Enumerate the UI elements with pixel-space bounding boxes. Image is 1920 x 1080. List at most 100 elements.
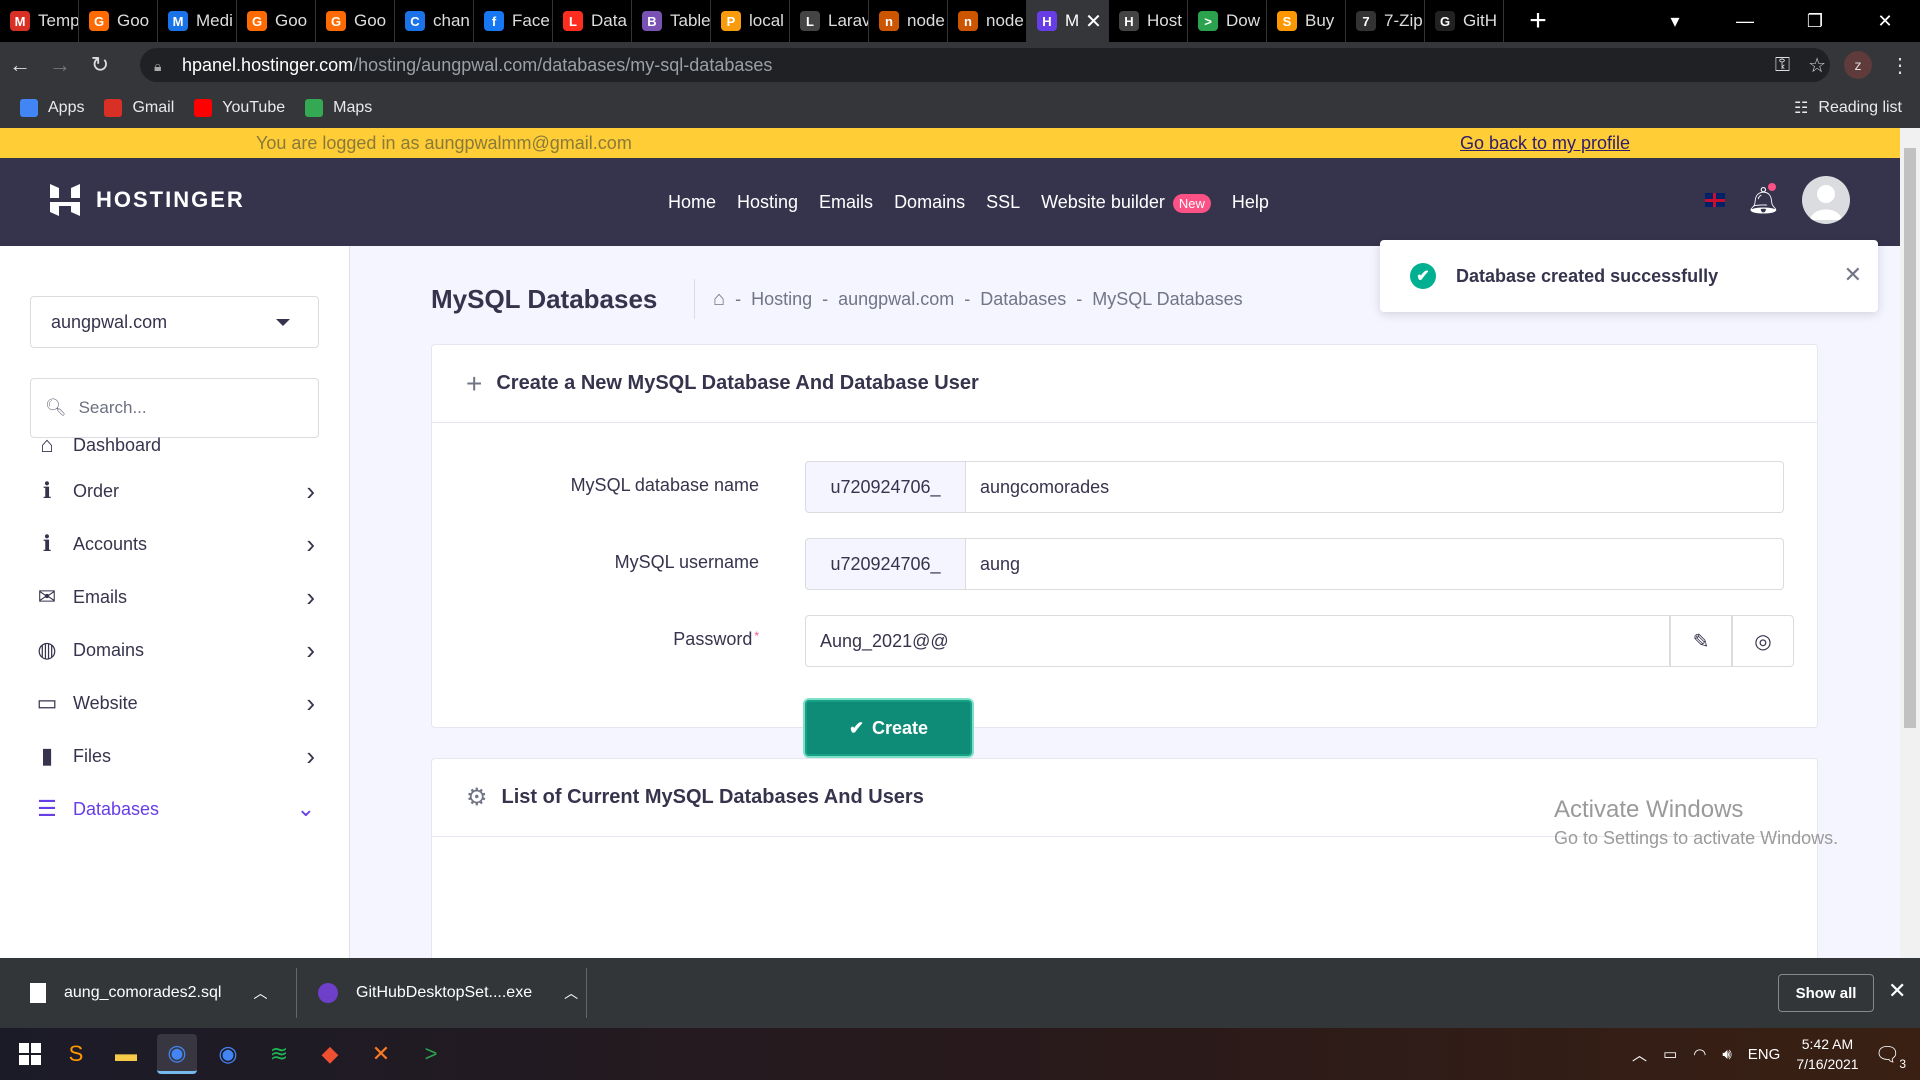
reading-list-button[interactable]: ☷ Reading list — [1794, 88, 1902, 128]
browser-tab[interactable]: Cchan — [395, 0, 474, 42]
browser-tab[interactable]: B Table — [632, 0, 711, 42]
browser-tab-label: Dow — [1226, 11, 1261, 30]
username-input[interactable]: aung — [966, 538, 1784, 590]
file-explorer-icon[interactable]: ▬ — [106, 1034, 146, 1074]
chevron-up-icon[interactable]: ︿ — [253, 983, 267, 1003]
create-database-card-header[interactable]: + Create a New MySQL Database And Databa… — [432, 345, 1817, 423]
uk-flag-icon[interactable] — [1704, 193, 1725, 207]
browser-tab[interactable]: n node — [869, 0, 948, 42]
breadcrumb-item[interactable]: Hosting — [751, 289, 812, 310]
url-path: /hosting/aungpwal.com/databases/my-sql-d… — [353, 54, 773, 75]
reload-icon[interactable]: ↻ — [80, 52, 120, 78]
browser-tab[interactable]: G Goo — [79, 0, 158, 42]
browser-tab[interactable]: G GitH — [1425, 0, 1504, 42]
terminal-icon[interactable]: > — [411, 1034, 451, 1074]
generate-password-button[interactable]: ✎ — [1670, 615, 1732, 667]
volume-icon[interactable]: 🔊︎ — [1722, 1046, 1731, 1063]
sidebar-search-input[interactable]: 🔍︎ Search... — [30, 378, 319, 438]
nav-ssl[interactable]: SSL — [986, 192, 1020, 213]
sidebar-item-accounts[interactable]: ℹ Accounts › — [35, 529, 325, 559]
nav-label: Home — [668, 191, 717, 212]
kebab-menu-icon[interactable]: ⋮ — [1890, 53, 1910, 78]
page-scrollbar[interactable] — [1900, 128, 1920, 958]
breadcrumb-item[interactable]: Databases — [980, 289, 1066, 310]
browser-tab[interactable]: > Dow — [1188, 0, 1267, 42]
sidebar-item-emails[interactable]: ✉ Emails › — [35, 582, 325, 612]
download-item[interactable]: aung_comorades2.sql ︿ — [30, 958, 267, 1028]
back-to-profile-link[interactable]: Go back to my profile — [1460, 133, 1630, 154]
browser-tab[interactable]: H M ✕ — [1027, 0, 1109, 42]
windows-start-icon[interactable] — [10, 1034, 50, 1074]
nav-emails[interactable]: Emails — [819, 192, 873, 213]
browser-tab[interactable]: G Goo — [237, 0, 316, 42]
hostinger-logo[interactable]: HOSTINGER — [48, 182, 245, 218]
xampp-icon[interactable]: ✕ — [361, 1034, 401, 1074]
browser-tab[interactable]: S Buy — [1267, 0, 1346, 42]
restore-icon[interactable]: ❐ — [1780, 11, 1850, 32]
url-field[interactable]: 🔒︎ hpanel.hostinger.com/hosting/aungpwal… — [140, 48, 1830, 82]
download-item[interactable]: GitHubDesktopSet....exe ︿ — [318, 958, 578, 1028]
close-tab-icon[interactable]: ✕ — [1085, 9, 1102, 34]
scrollbar-thumb[interactable] — [1904, 148, 1916, 728]
notification-center-icon[interactable]: 🗨︎ 3 — [1875, 1042, 1906, 1071]
sidebar-item-order[interactable]: ℹ Order › — [35, 476, 325, 506]
bookmark-apps[interactable]: Apps — [20, 99, 84, 117]
browser-tab[interactable]: M Medi — [158, 0, 237, 42]
nav-domains[interactable]: Domains — [894, 192, 965, 213]
sidebar-item-files[interactable]: ▮ Files › — [35, 741, 325, 771]
browser-tab[interactable]: f Face — [474, 0, 553, 42]
spotify-icon[interactable]: ≋ — [259, 1034, 299, 1074]
close-downloads-icon[interactable]: ✕ — [1888, 978, 1906, 1004]
forward-arrow-icon[interactable]: → — [40, 52, 80, 78]
domain-selector[interactable]: aungpwal.com — [30, 296, 319, 348]
toast-close-icon[interactable]: ✕ — [1844, 262, 1862, 288]
database-name-input[interactable]: aungcomorades — [966, 461, 1784, 513]
chevron-up-icon[interactable]: ︿ — [1632, 1044, 1647, 1065]
profile-avatar[interactable]: z — [1844, 51, 1872, 79]
git-icon[interactable]: ◆ — [310, 1034, 350, 1074]
wifi-icon[interactable]: ◠ — [1693, 1045, 1706, 1063]
browser-tab[interactable]: L Larav — [790, 0, 869, 42]
browser-tab[interactable]: M Temp — [0, 0, 79, 42]
sidebar-item-dashboard[interactable]: ⌂ Dashboard — [35, 430, 325, 460]
breadcrumb-item[interactable]: aungpwal.com — [838, 289, 954, 310]
chrome-icon[interactable]: ◉ — [208, 1034, 248, 1074]
chrome-icon[interactable]: ◉ — [157, 1034, 197, 1074]
create-button[interactable]: ✔ Create — [805, 700, 972, 756]
nav-home[interactable]: Home — [668, 192, 716, 213]
browser-tab[interactable]: L Data — [553, 0, 632, 42]
sidebar-item-domains[interactable]: ◍ Domains › — [35, 635, 325, 665]
new-tab-icon[interactable]: + — [1518, 4, 1558, 38]
back-arrow-icon[interactable]: ← — [0, 52, 40, 78]
clock[interactable]: 5:42 AM 7/16/2021 — [1796, 1034, 1858, 1074]
browser-tab[interactable]: H Host — [1109, 0, 1188, 42]
browser-tab[interactable]: G Goo — [316, 0, 395, 42]
browser-tab[interactable]: 7 7-Zip — [1346, 0, 1425, 42]
sidebar-item-website[interactable]: ▭ Website › — [35, 688, 325, 718]
language-indicator[interactable]: ENG — [1748, 1046, 1781, 1063]
domain-selector-value: aungpwal.com — [51, 311, 168, 332]
star-icon[interactable]: ☆ — [1808, 53, 1826, 78]
user-avatar[interactable] — [1802, 176, 1850, 224]
nav-help[interactable]: Help — [1232, 192, 1269, 213]
sidebar-item-databases[interactable]: ☰ Databases ⌄ — [35, 794, 325, 824]
bookmark-youtube[interactable]: YouTube — [194, 99, 285, 117]
browser-tab[interactable]: n node — [948, 0, 1027, 42]
nav-hosting[interactable]: Hosting — [737, 192, 798, 213]
browser-tab[interactable]: Plocal — [711, 0, 790, 42]
minimize-icon[interactable]: — — [1710, 11, 1780, 32]
sublime-icon[interactable]: S — [56, 1034, 96, 1074]
tab-search-icon[interactable]: ▾ — [1640, 11, 1710, 32]
chevron-up-icon[interactable]: ︿ — [564, 983, 578, 1003]
show-all-button[interactable]: Show all — [1778, 974, 1874, 1012]
nav-website-builder[interactable]: Website builder New — [1041, 192, 1211, 213]
close-window-icon[interactable]: ✕ — [1850, 11, 1920, 32]
notification-bell-icon[interactable]: 🔔︎ — [1747, 182, 1780, 216]
battery-icon[interactable]: ▭ — [1663, 1045, 1677, 1063]
password-input[interactable]: Aung_2021@@ — [805, 615, 1670, 667]
bookmark-gmail[interactable]: Gmail — [104, 99, 174, 117]
toggle-password-visibility-button[interactable]: ◎ — [1732, 615, 1794, 667]
bookmark-maps[interactable]: Maps — [305, 99, 372, 117]
home-icon[interactable]: ⌂ — [713, 288, 725, 311]
key-icon[interactable]: ⚿ — [1775, 54, 1790, 77]
